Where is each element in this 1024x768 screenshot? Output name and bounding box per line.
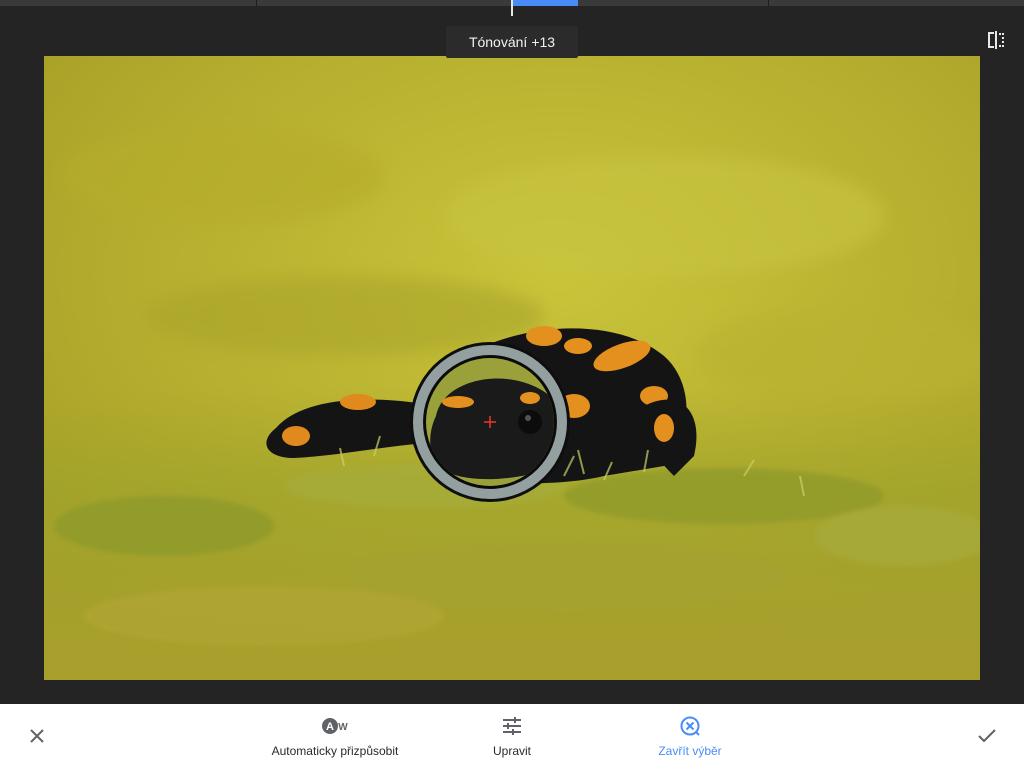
adjustment-name: Tónování [468,34,528,50]
circle-x-icon [679,714,701,738]
salamander-photo [44,56,980,680]
progress-separator [768,0,769,6]
cancel-button[interactable] [25,724,49,748]
adjustment-progress-track [0,0,1024,16]
sliders-icon [502,714,522,738]
progress-fill [512,0,578,6]
progress-separator [256,0,257,6]
auto-adjust-label: Automaticky přizpůsobit [271,744,399,758]
apply-button[interactable] [975,724,999,748]
compare-button[interactable] [982,26,1010,54]
svg-text:A: A [326,721,334,733]
auto-adjust-button[interactable]: A W Automaticky přizpůsobit [266,704,404,768]
svg-text:W: W [338,722,348,733]
compare-split-icon [988,31,1004,49]
checkmark-icon [978,729,996,743]
close-selection-label: Zavřít výběr [658,744,722,758]
photo-canvas[interactable] [44,56,980,680]
adjust-label: Upravit [492,744,531,758]
auto-adjust-icon: A W [321,714,349,738]
adjust-button[interactable]: Upravit [482,704,542,768]
progress-center-marker [511,0,513,16]
adjustment-value: +13 [531,34,556,50]
bottom-toolbar: A W Automaticky přizpůsobit Upravit Zavř… [0,704,1024,768]
control-point-loupe [410,342,570,502]
close-icon [30,729,44,743]
close-selection-button[interactable]: Zavřít výběr [650,704,730,768]
adjustment-value-tooltip: Tónování +13 [446,26,578,58]
